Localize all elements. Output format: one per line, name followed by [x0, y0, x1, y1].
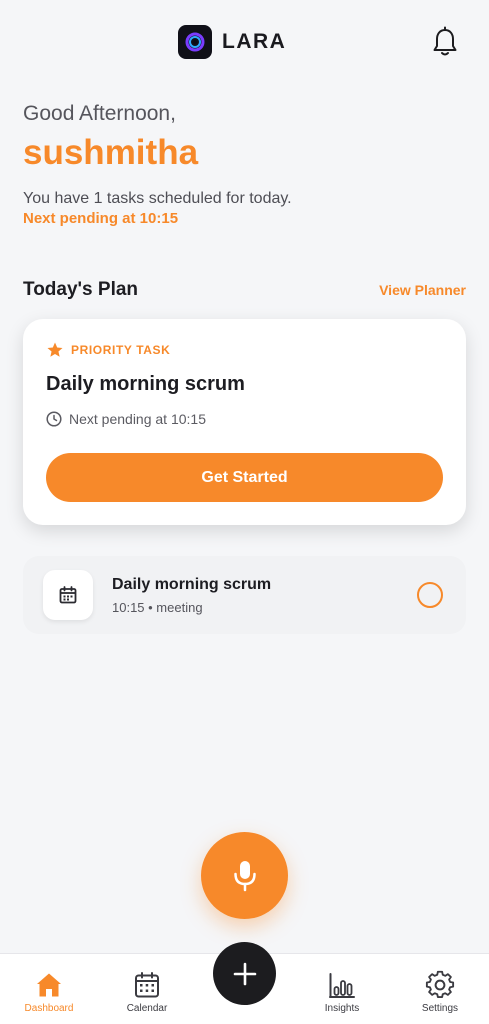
- microphone-icon: [233, 860, 256, 891]
- priority-pending-text: Next pending at 10:15: [69, 411, 206, 427]
- priority-header: PRIORITY TASK: [46, 341, 170, 359]
- voice-input-button[interactable]: [201, 832, 288, 919]
- notification-bell-icon[interactable]: [431, 26, 459, 58]
- nav-label-calendar: Calendar: [126, 1003, 168, 1014]
- todays-plan-title: Today's Plan: [23, 279, 139, 300]
- priority-pending-row: Next pending at 10:15: [46, 411, 206, 427]
- home-icon: [37, 973, 61, 997]
- nav-label-settings: Settings: [421, 1003, 459, 1014]
- task-meta: 10:15 • meeting: [112, 600, 203, 615]
- star-icon: [47, 342, 63, 357]
- calendar-icon: [43, 570, 93, 620]
- view-planner-link[interactable]: View Planner: [379, 282, 466, 298]
- app-header: LARA: [0, 22, 489, 64]
- task-title: Daily morning scrum: [112, 576, 272, 593]
- app-brand: LARA: [178, 25, 286, 59]
- nav-label-dashboard: Dashboard: [24, 1003, 74, 1014]
- bar-chart-icon: [329, 973, 355, 998]
- greeting-salutation: Good Afternoon,: [23, 102, 176, 125]
- nav-item-calendar[interactable]: Calendar: [107, 970, 187, 1014]
- priority-task-card: PRIORITY TASK Daily morning scrum Next p…: [23, 319, 466, 525]
- task-summary: You have 1 tasks scheduled for today.: [23, 190, 292, 207]
- priority-task-title: Daily morning scrum: [46, 373, 245, 395]
- plus-icon: [233, 962, 256, 985]
- get-started-button[interactable]: Get Started: [46, 453, 443, 502]
- calendar-icon: [135, 972, 159, 998]
- nav-item-insights[interactable]: Insights: [302, 970, 382, 1014]
- clock-icon: [46, 411, 62, 427]
- gear-icon: [425, 970, 455, 998]
- task-complete-checkbox[interactable]: [417, 582, 443, 608]
- app-logo-icon: [178, 25, 212, 59]
- add-task-button[interactable]: [213, 942, 276, 1005]
- list-item[interactable]: Daily morning scrum 10:15 • meeting: [23, 556, 466, 634]
- priority-label: PRIORITY TASK: [71, 343, 171, 357]
- app-title: LARA: [222, 30, 287, 53]
- nav-label-insights: Insights: [324, 1003, 360, 1014]
- user-name: sushmitha: [23, 133, 199, 172]
- nav-item-settings[interactable]: Settings: [400, 970, 480, 1014]
- nav-item-dashboard[interactable]: Dashboard: [9, 970, 89, 1014]
- next-pending-text: Next pending at 10:15: [23, 210, 179, 227]
